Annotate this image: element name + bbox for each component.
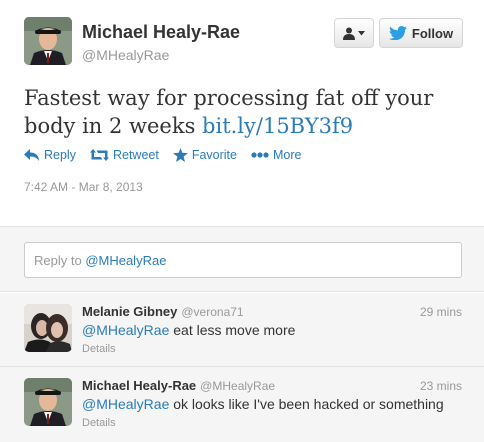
- reply-text: @MHealyRae ok looks like I've been hacke…: [82, 396, 444, 412]
- favorite-label: Favorite: [191, 148, 237, 162]
- more-dots-icon: [251, 152, 269, 158]
- reply-area: Reply to @MHealyRae: [0, 226, 484, 292]
- reply-author[interactable]: Melanie Gibney @verona71: [82, 304, 244, 319]
- tweet-actions: Reply Retweet Favorite More: [24, 146, 315, 164]
- reply-details-link[interactable]: Details: [82, 417, 116, 429]
- retweet-action[interactable]: Retweet: [89, 148, 159, 162]
- reply-avatar[interactable]: [24, 304, 72, 352]
- tweet-link[interactable]: bit.ly/15BY3f9: [202, 114, 353, 138]
- reply-prefix: Reply to: [34, 253, 86, 268]
- more-action[interactable]: More: [251, 148, 301, 162]
- reply-action[interactable]: Reply: [24, 148, 76, 162]
- favorite-action[interactable]: Favorite: [172, 148, 237, 162]
- user-icon: [343, 27, 355, 40]
- reply-author[interactable]: Michael Healy-Rae @MHealyRae: [82, 378, 275, 393]
- author-name[interactable]: Michael Healy-Rae: [82, 22, 240, 43]
- tweet-timestamp[interactable]: 7:42 AM - Mar 8, 2013: [24, 180, 143, 194]
- reply-author-handle: @MHealyRae: [200, 379, 276, 393]
- reply-input[interactable]: Reply to @MHealyRae: [24, 242, 462, 278]
- retweet-icon: [89, 149, 109, 161]
- favorite-star-icon: [172, 148, 188, 162]
- reply-item[interactable]: Michael Healy-Rae @MHealyRae 23 mins @MHe…: [0, 367, 484, 442]
- reply-icon: [24, 149, 39, 161]
- reply-time[interactable]: 23 mins: [420, 379, 462, 393]
- reply-details-link[interactable]: Details: [82, 343, 116, 355]
- reply-author-name: Melanie Gibney: [82, 304, 178, 319]
- reply-author-name: Michael Healy-Rae: [82, 378, 197, 393]
- tweet-text: Fastest way for processing fat off your …: [24, 84, 464, 140]
- follow-button[interactable]: Follow: [379, 18, 463, 48]
- reply-time[interactable]: 29 mins: [420, 305, 462, 319]
- reply-mention: @MHealyRae: [85, 253, 167, 268]
- reply-body: ok looks like I've been hacked or someth…: [169, 396, 444, 412]
- reply-text: @MHealyRae eat less move more: [82, 322, 295, 338]
- reply-mention[interactable]: @MHealyRae: [82, 322, 169, 338]
- author-avatar[interactable]: [24, 17, 72, 65]
- retweet-label: Retweet: [112, 148, 159, 162]
- main-tweet: Michael Healy-Rae @MHealyRae Follow Fast…: [0, 0, 484, 226]
- twitter-bird-icon: [388, 26, 407, 40]
- reply-avatar[interactable]: [24, 378, 72, 426]
- reply-body: eat less move more: [169, 322, 296, 338]
- reply-author-handle: @verona71: [181, 305, 244, 319]
- user-actions-dropdown[interactable]: [334, 18, 374, 48]
- chevron-down-icon: [358, 30, 365, 35]
- reply-item[interactable]: Melanie Gibney @verona71 29 mins @MHealyR…: [0, 293, 484, 367]
- reply-label: Reply: [44, 148, 76, 162]
- author-handle[interactable]: @MHealyRae: [82, 47, 169, 63]
- follow-label: Follow: [411, 25, 454, 41]
- more-label: More: [272, 148, 302, 162]
- reply-mention[interactable]: @MHealyRae: [82, 396, 169, 412]
